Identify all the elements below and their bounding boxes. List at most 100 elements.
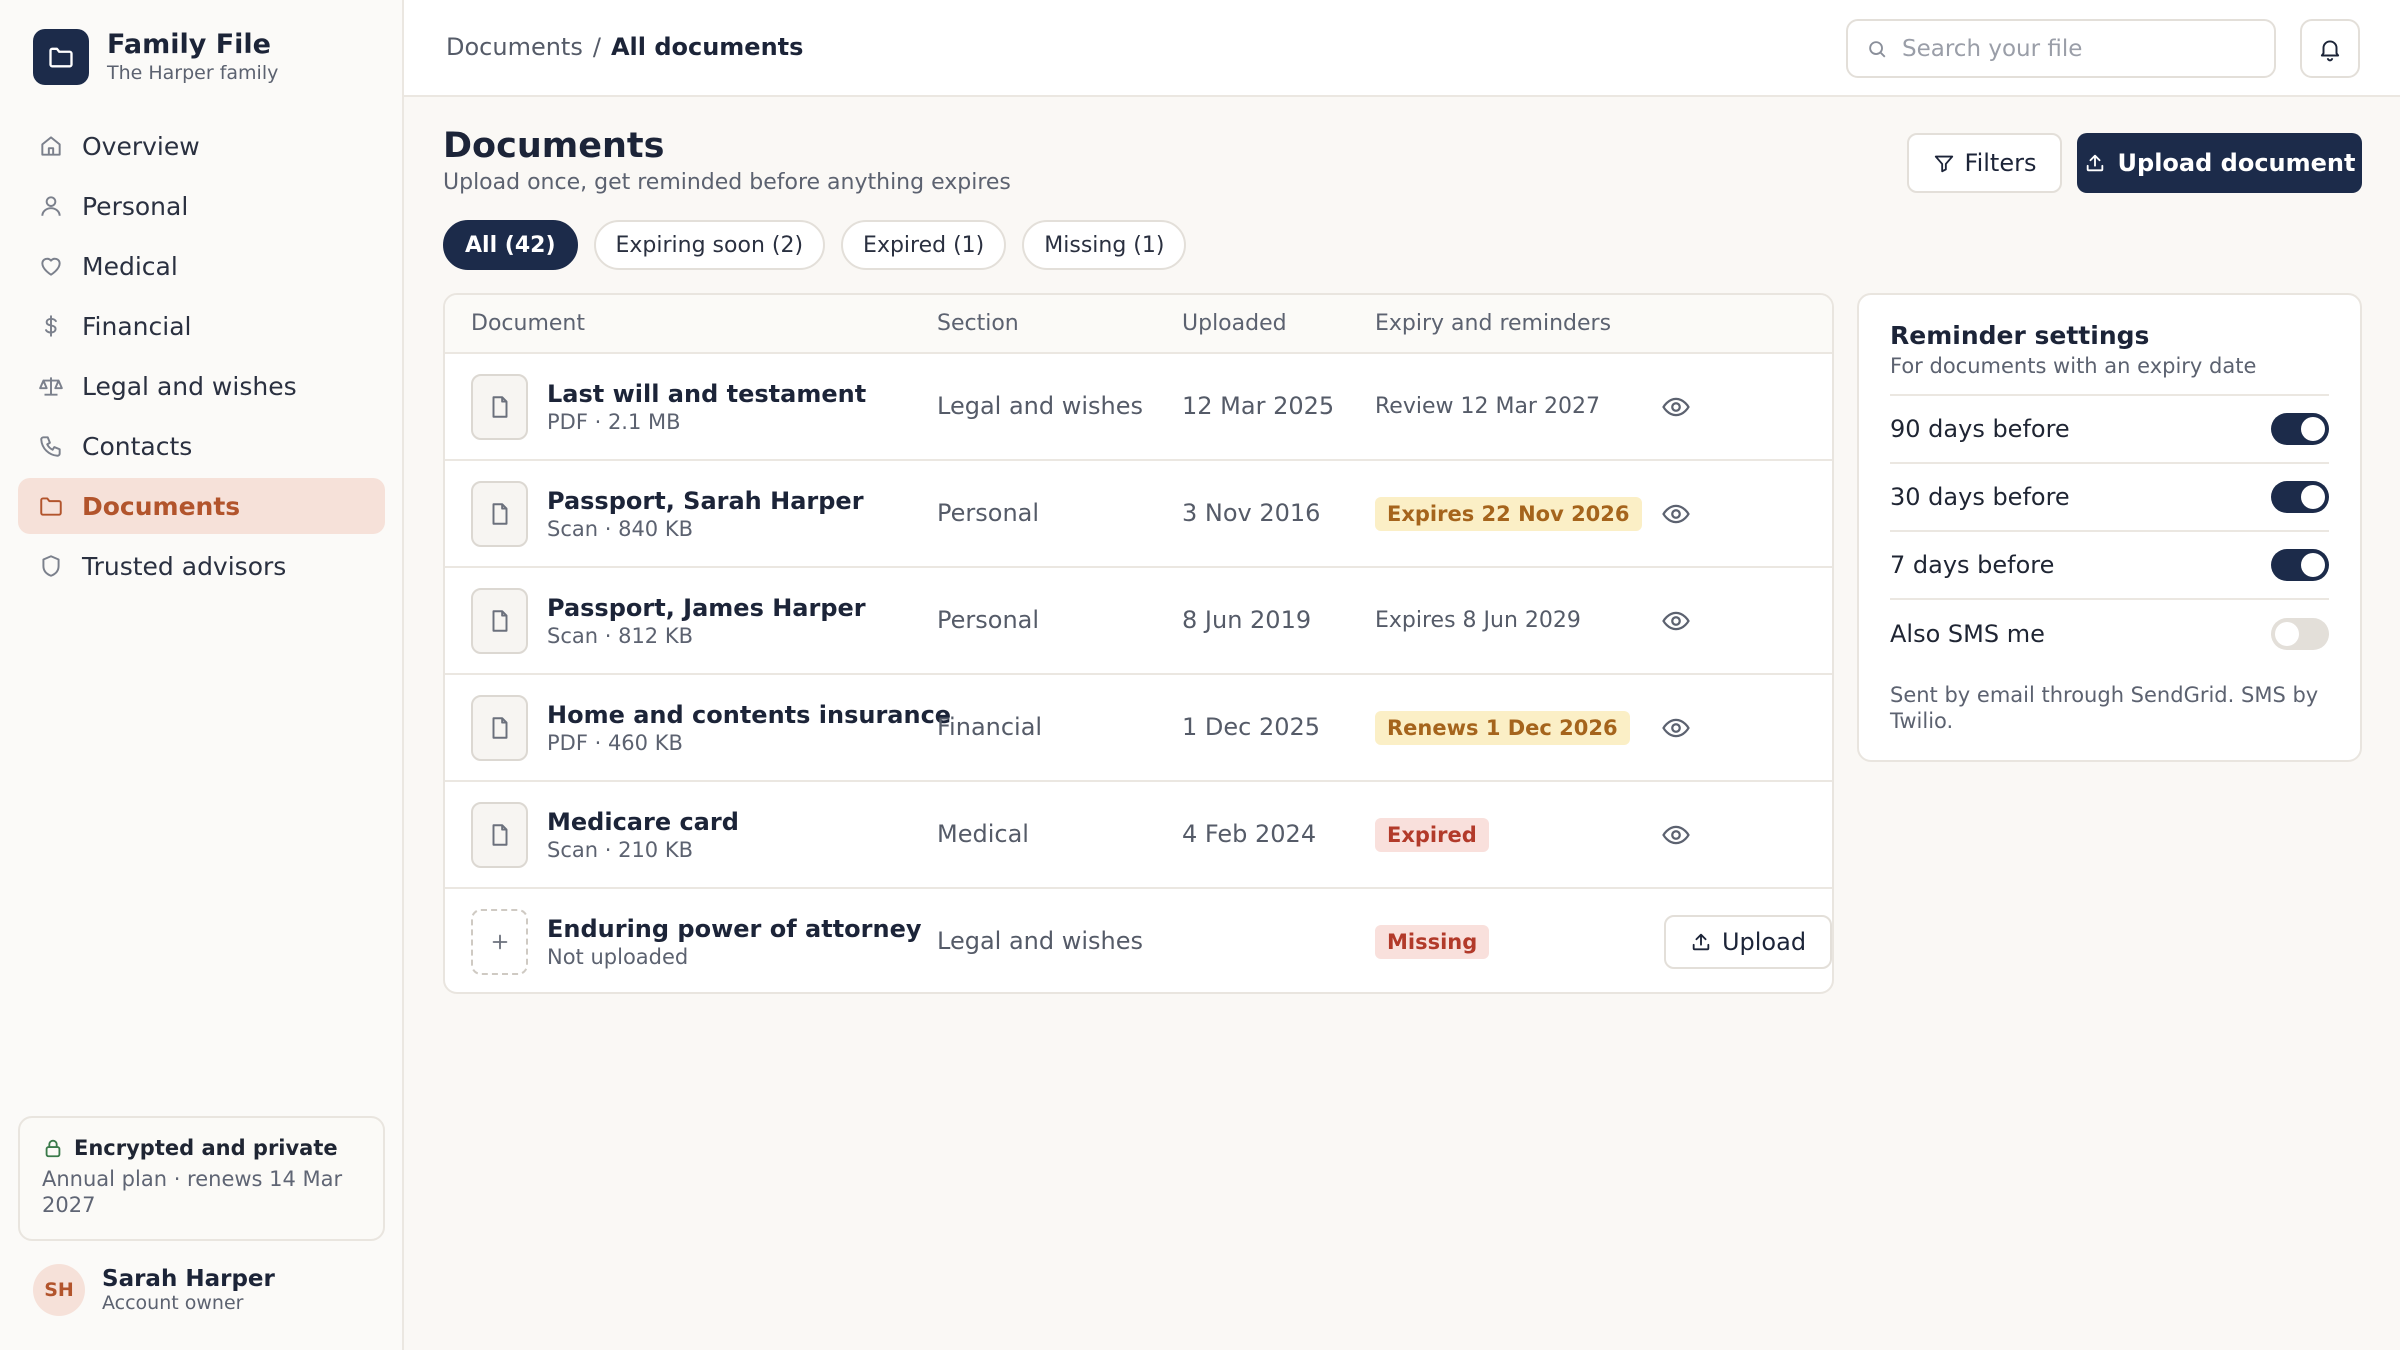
notifications-button[interactable] [2300, 19, 2360, 78]
heart-icon [36, 251, 66, 281]
table-row[interactable]: Enduring power of attorney Not uploaded … [445, 889, 1832, 992]
sidebar-item-legal[interactable]: Legal and wishes [18, 358, 385, 414]
expiry-badge: Renews 1 Dec 2026 [1375, 711, 1630, 745]
file-icon [471, 802, 528, 868]
document-name[interactable]: Last will and testament [547, 380, 866, 408]
sidebar-item-label: Overview [82, 131, 200, 161]
document-name[interactable]: Passport, James Harper [547, 594, 866, 622]
column-header-document[interactable]: Document [471, 311, 585, 336]
sidebar-item-medical[interactable]: Medical [18, 238, 385, 294]
sidebar-item-personal[interactable]: Personal [18, 178, 385, 234]
sidebar-nav: Overview Personal Medical Financial Lega… [18, 118, 385, 598]
eye-icon[interactable] [1661, 499, 1691, 529]
toggle-7-days[interactable] [2271, 549, 2329, 581]
document-name[interactable]: Home and contents insurance [547, 701, 951, 729]
brand-subtitle: The Harper family [107, 62, 279, 84]
document-expiry: Expires 8 Jun 2029 [1375, 608, 1581, 633]
phone-icon [36, 431, 66, 461]
document-uploaded: 8 Jun 2019 [1182, 606, 1312, 634]
document-uploaded: 3 Nov 2016 [1182, 499, 1321, 527]
reminder-option: 7 days before [1890, 532, 2329, 600]
eye-icon[interactable] [1661, 606, 1691, 636]
document-name[interactable]: Passport, Sarah Harper [547, 487, 864, 515]
expired-badge: Expired [1375, 818, 1489, 852]
upload-icon [2086, 154, 2103, 172]
document-name[interactable]: Enduring power of attorney [547, 915, 922, 943]
sidebar-item-contacts[interactable]: Contacts [18, 418, 385, 474]
eye-icon[interactable] [1661, 392, 1691, 422]
upload-document-button[interactable]: Upload document [2077, 133, 2362, 193]
toggle-sms[interactable] [2271, 618, 2329, 650]
reminder-subtitle: For documents with an expiry date [1890, 354, 2329, 396]
file-icon [471, 374, 528, 440]
reminder-note: Sent by email through SendGrid. SMS by T… [1890, 683, 2319, 733]
chip-missing[interactable]: Missing (1) [1022, 220, 1187, 270]
sidebar-item-label: Legal and wishes [82, 371, 297, 401]
brand-title: Family File [107, 29, 271, 60]
file-icon [471, 695, 528, 761]
documents-table: Document Section Uploaded Expiry and rem… [443, 293, 1834, 994]
sidebar: Family File The Harper family Overview P… [0, 0, 404, 1350]
filter-chips: All (42) Expiring soon (2) Expired (1) M… [443, 220, 1202, 270]
plan-status: Annual plan · renews 14 Mar 2027 [42, 1167, 343, 1217]
reminder-title: Reminder settings [1890, 321, 2150, 350]
page-subtitle: Upload once, get reminded before anythin… [443, 170, 1011, 195]
user-role: Account owner [102, 1291, 244, 1314]
toggle-30-days[interactable] [2271, 481, 2329, 513]
sidebar-item-label: Trusted advisors [82, 551, 287, 581]
toggle-90-days[interactable] [2271, 413, 2329, 445]
document-section: Personal [937, 499, 1040, 527]
table-row[interactable]: Last will and testament PDF · 2.1 MB Leg… [445, 354, 1832, 461]
breadcrumb: Documents / All documents [446, 33, 803, 61]
plus-icon[interactable] [471, 909, 528, 975]
folder-icon [36, 491, 66, 521]
document-name[interactable]: Medicare card [547, 808, 739, 836]
breadcrumb-parent[interactable]: Documents [446, 33, 583, 61]
table-row[interactable]: Medicare card Scan · 210 KB Medical 4 Fe… [445, 782, 1832, 889]
home-icon [36, 131, 66, 161]
chip-expiring-soon[interactable]: Expiring soon (2) [593, 220, 826, 270]
column-header-uploaded[interactable]: Uploaded [1182, 311, 1287, 336]
reminder-option: 30 days before [1890, 464, 2329, 532]
page-title: Documents [443, 126, 665, 166]
sidebar-item-documents[interactable]: Documents [18, 478, 385, 534]
filter-icon [1934, 155, 1953, 173]
row-upload-button[interactable]: Upload [1664, 915, 1832, 969]
document-uploaded: 1 Dec 2025 [1182, 713, 1321, 741]
sidebar-item-trusted-advisors[interactable]: Trusted advisors [18, 538, 385, 594]
upload-document-label: Upload document [2117, 149, 2356, 177]
sidebar-item-overview[interactable]: Overview [18, 118, 385, 174]
eye-icon[interactable] [1661, 820, 1691, 850]
table-row[interactable]: Passport, James Harper Scan · 812 KB Per… [445, 568, 1832, 675]
reminder-settings-card: Reminder settings For documents with an … [1857, 293, 2362, 762]
user-profile[interactable]: SH Sarah Harper Account owner [33, 1264, 275, 1316]
eye-icon[interactable] [1661, 713, 1691, 743]
search-box[interactable] [1846, 19, 2276, 78]
sidebar-item-label: Medical [82, 251, 178, 281]
scales-icon [36, 371, 66, 401]
document-section: Medical [937, 820, 1029, 848]
filters-label: Filters [1964, 149, 2037, 177]
document-expiry: Review 12 Mar 2027 [1375, 394, 1600, 419]
table-row[interactable]: Passport, Sarah Harper Scan · 840 KB Per… [445, 461, 1832, 568]
search-input[interactable] [1902, 35, 2232, 62]
sidebar-item-label: Financial [82, 311, 192, 341]
document-meta: Scan · 840 KB [547, 517, 694, 541]
bell-icon [2320, 39, 2340, 61]
sidebar-item-financial[interactable]: Financial [18, 298, 385, 354]
column-header-section[interactable]: Section [937, 311, 1019, 336]
filters-button[interactable]: Filters [1907, 133, 2062, 193]
chip-expired[interactable]: Expired (1) [841, 220, 1007, 270]
table-row[interactable]: Home and contents insurance PDF · 460 KB… [445, 675, 1832, 782]
document-uploaded: 12 Mar 2025 [1182, 392, 1335, 420]
sidebar-item-label: Personal [82, 191, 189, 221]
chip-all[interactable]: All (42) [443, 220, 578, 270]
document-section: Legal and wishes [937, 392, 1144, 420]
column-header-expiry[interactable]: Expiry and reminders [1375, 311, 1611, 336]
file-icon [471, 481, 528, 547]
reminder-option: 90 days before [1890, 396, 2329, 464]
search-icon [1869, 40, 1886, 57]
shield-icon [36, 551, 66, 581]
brand[interactable]: Family File The Harper family [33, 29, 278, 85]
breadcrumb-separator: / [592, 33, 601, 61]
